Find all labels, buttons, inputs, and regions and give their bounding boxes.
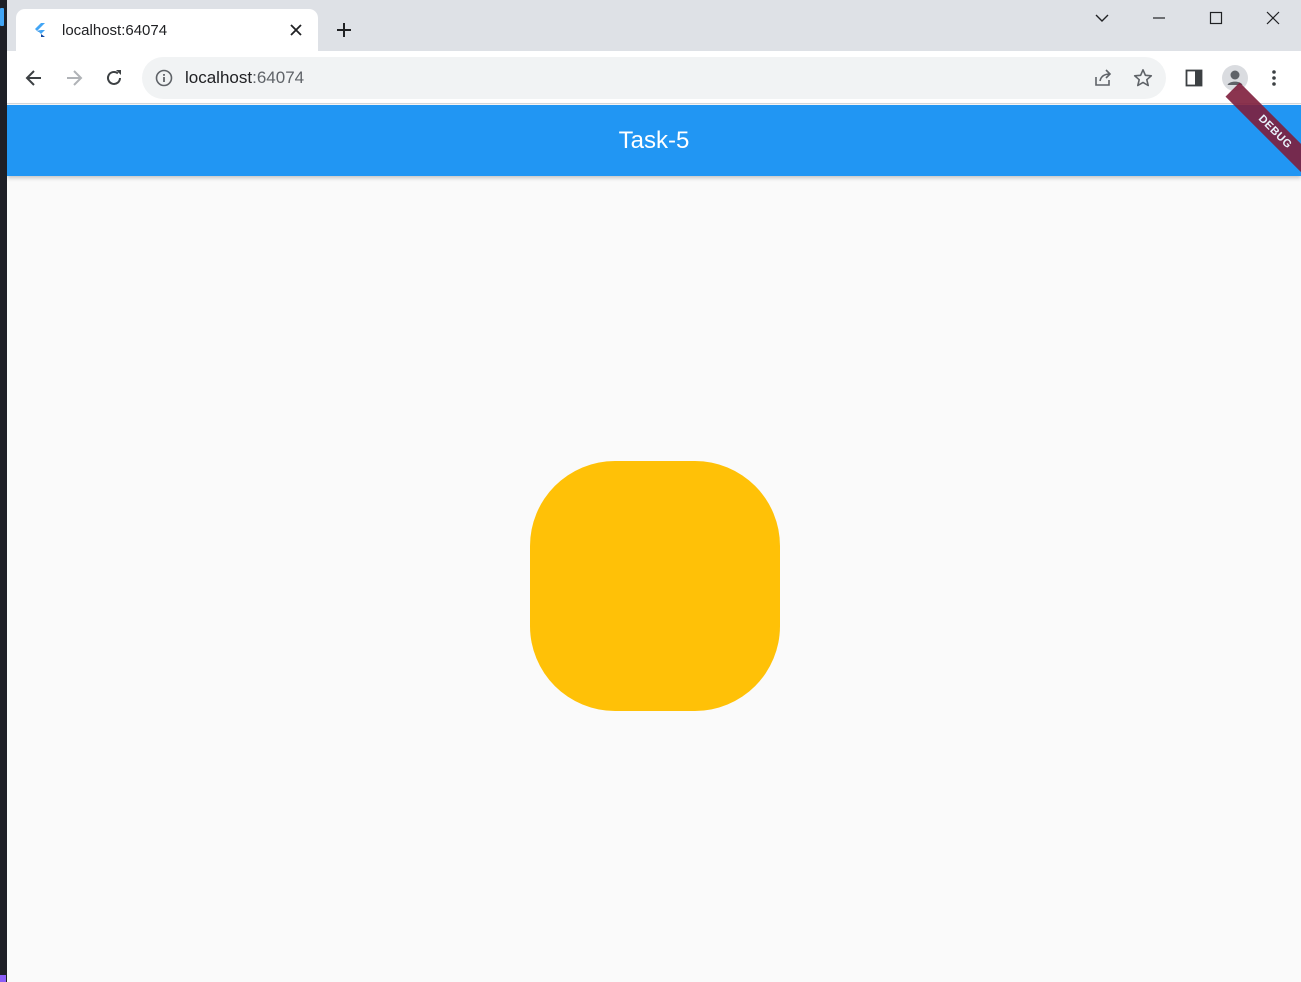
browser-window: localhost:64074 localhost:64074 Task-5 D… (7, 0, 1301, 982)
close-tab-icon[interactable] (287, 21, 305, 39)
desktop-edge-mark (0, 8, 4, 26)
tab-strip: localhost:64074 (7, 0, 1301, 51)
tab-search-icon[interactable] (1088, 6, 1116, 30)
minimize-icon[interactable] (1145, 6, 1173, 30)
kebab-menu-icon[interactable] (1260, 64, 1288, 92)
rounded-yellow-box (530, 461, 780, 711)
star-icon[interactable] (1132, 67, 1154, 89)
forward-arrow-icon[interactable] (60, 64, 88, 92)
desktop-edge-mark (0, 975, 6, 982)
url-host: localhost (185, 68, 253, 87)
tab-title: localhost:64074 (62, 22, 168, 39)
browser-tab[interactable]: localhost:64074 (16, 9, 318, 51)
page-title: Task-5 (618, 127, 690, 154)
maximize-icon[interactable] (1202, 6, 1230, 30)
new-tab-button[interactable] (331, 17, 357, 43)
share-icon[interactable] (1092, 67, 1114, 89)
app-bar: Task-5 (7, 105, 1301, 176)
url-port: :64074 (252, 68, 305, 87)
app-body (7, 176, 1301, 982)
url-text: localhost:64074 (185, 68, 304, 88)
close-window-icon[interactable] (1259, 6, 1287, 30)
reload-icon[interactable] (100, 64, 128, 92)
side-panel-icon[interactable] (1180, 64, 1208, 92)
back-arrow-icon[interactable] (20, 64, 48, 92)
address-bar[interactable]: localhost:64074 (142, 57, 1166, 99)
info-icon[interactable] (155, 69, 173, 87)
browser-toolbar: localhost:64074 (7, 51, 1301, 104)
desktop-edge (0, 0, 7, 982)
flutter-icon (32, 22, 48, 38)
